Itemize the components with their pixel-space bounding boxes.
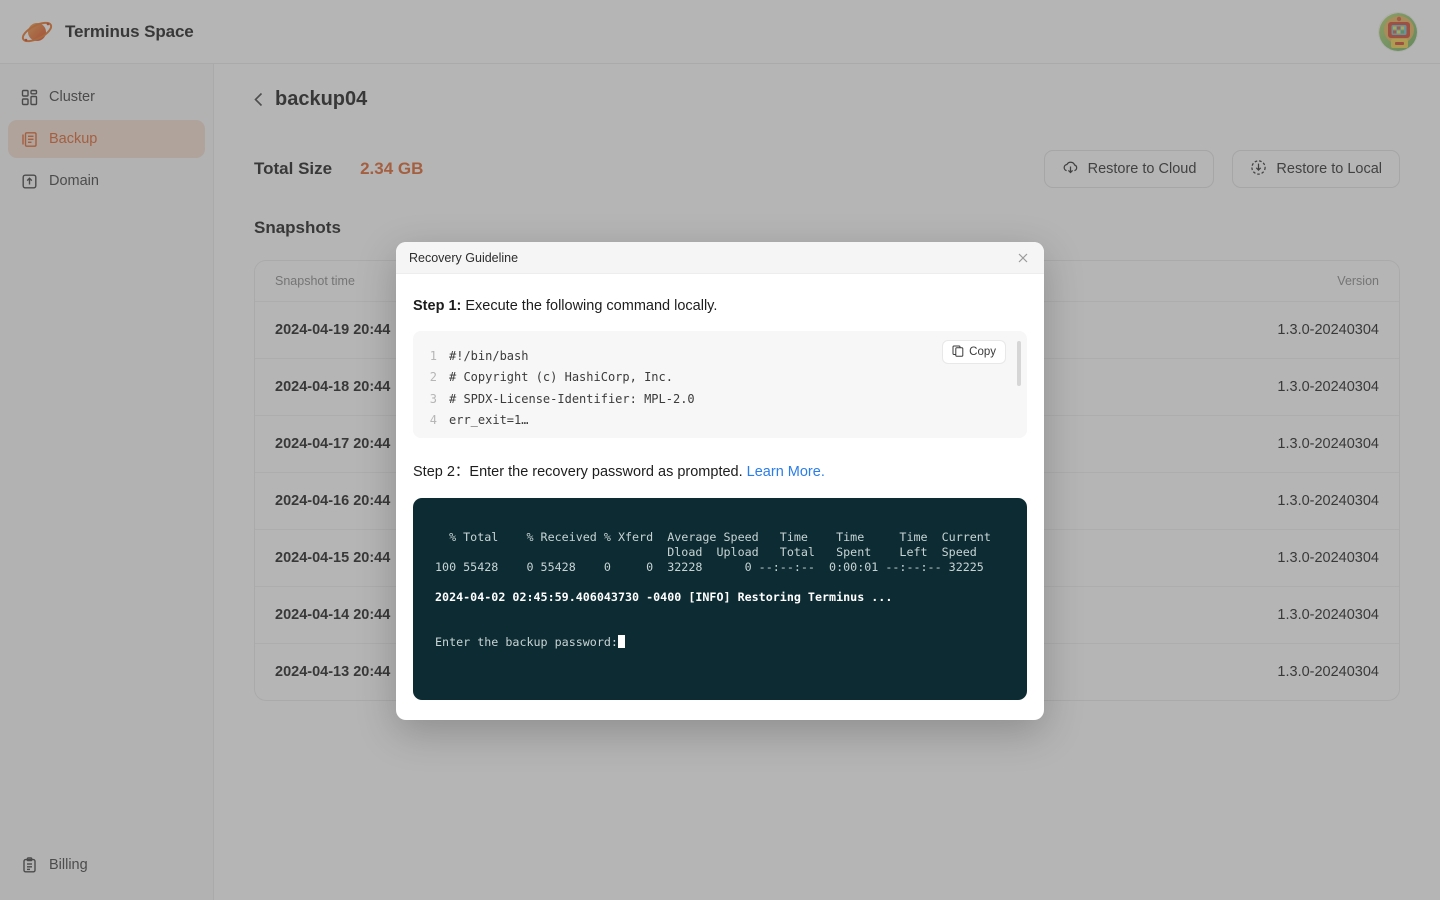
- line-number: 3: [429, 391, 437, 406]
- step-1-prefix: Step 1:: [413, 298, 462, 314]
- copy-label: Copy: [969, 346, 996, 358]
- step-2-text: Enter the recovery password as prompted.: [469, 464, 743, 480]
- app-root: Terminus Space Cluster Backup Domain Bil…: [0, 0, 1440, 900]
- close-icon[interactable]: [1015, 250, 1031, 266]
- code-line: 2 # Copyright (c) HashiCorp, Inc.: [413, 367, 1027, 389]
- learn-more-link[interactable]: Learn More.: [747, 464, 825, 480]
- terminal-output: % Total % Received % Xferd Average Speed…: [413, 498, 1027, 700]
- copy-button[interactable]: Copy: [942, 340, 1006, 364]
- copy-icon: [952, 345, 964, 360]
- dialog-body: Step 1: Execute the following command lo…: [396, 274, 1044, 720]
- code-scrollbar[interactable]: [1017, 341, 1021, 386]
- line-text: # SPDX-License-Identifier: MPL-2.0: [449, 391, 695, 406]
- step-2-line: Step 2：Enter the recovery password as pr…: [413, 460, 1027, 481]
- step-1-line: Step 1: Execute the following command lo…: [413, 298, 1027, 314]
- code-line: 1 #!/bin/bash: [413, 345, 1027, 367]
- line-text: # Copyright (c) HashiCorp, Inc.: [449, 370, 673, 385]
- step-1-text: Execute the following command locally.: [465, 298, 718, 314]
- terminal-cursor: [617, 635, 625, 648]
- dialog-title: Recovery Guideline: [409, 250, 519, 265]
- terminal-info-line: 2024-04-02 02:45:59.406043730 -0400 [INF…: [435, 590, 893, 604]
- dialog-title-bar: Recovery Guideline: [396, 242, 1044, 274]
- line-number: 1: [429, 348, 437, 363]
- recovery-guideline-dialog: Recovery Guideline Step 1: Execute the f…: [396, 242, 1044, 720]
- terminal-header-line-1: % Total % Received % Xferd Average Speed…: [435, 530, 991, 544]
- terminal-header-line-2: Dload Upload Total Spent Left Speed: [435, 545, 977, 559]
- terminal-data-line: 100 55428 0 55428 0 0 32228 0 --:--:-- 0…: [435, 560, 984, 574]
- line-number: 4: [429, 413, 437, 428]
- terminal-prompt-text: Enter the backup password:: [435, 635, 618, 649]
- code-line: 3 # SPDX-License-Identifier: MPL-2.0: [413, 388, 1027, 410]
- line-number: 2: [429, 370, 437, 385]
- line-text: err_exit=1…: [449, 413, 529, 428]
- line-text: #!/bin/bash: [449, 348, 529, 363]
- step-2-prefix: Step 2：: [413, 464, 470, 480]
- terminal-prompt-line: Enter the backup password:: [435, 635, 1005, 650]
- code-block: 1 #!/bin/bash 2 # Copyright (c) HashiCor…: [413, 331, 1027, 438]
- code-line: 4 err_exit=1…: [413, 410, 1027, 432]
